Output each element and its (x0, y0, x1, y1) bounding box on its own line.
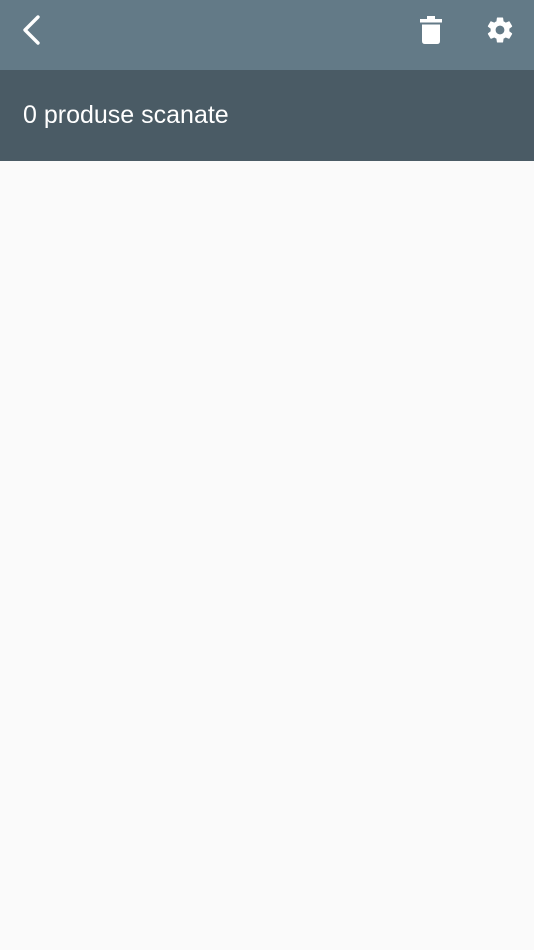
scanned-products-list[interactable] (0, 161, 534, 950)
settings-button[interactable] (476, 0, 524, 60)
scanned-count-label: 0 produse scanate (23, 101, 229, 129)
gear-icon (485, 15, 515, 45)
delete-button[interactable] (407, 0, 455, 60)
back-button[interactable] (8, 0, 56, 60)
toolbar (0, 0, 534, 70)
trash-icon (420, 16, 442, 44)
app-screen: 0 produse scanate (0, 0, 534, 950)
chevron-left-icon (20, 14, 44, 46)
scanned-summary-bar: 0 produse scanate (0, 70, 534, 161)
